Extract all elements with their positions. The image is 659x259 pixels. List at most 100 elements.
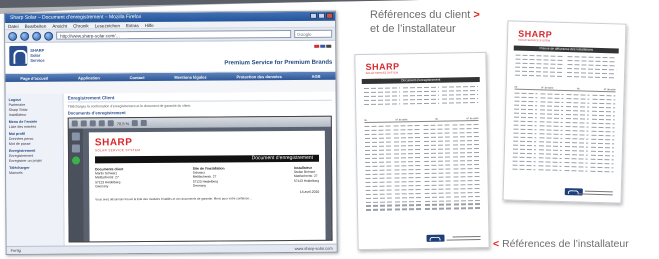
sidebar-item[interactable]: Enregistrer un projet xyxy=(9,159,60,164)
nav-privacy[interactable]: Protection des données xyxy=(236,74,281,79)
table-cell-placeholder xyxy=(565,141,589,144)
address-block xyxy=(363,85,479,108)
nav-terms[interactable]: AGB xyxy=(312,73,321,78)
table-cell-placeholder xyxy=(591,114,615,117)
close-button[interactable] xyxy=(326,12,334,19)
sidebar-item[interactable]: Mot de passe xyxy=(9,142,60,147)
table-cell-placeholder xyxy=(566,101,590,104)
menu-item-edit[interactable]: Bearbeiten xyxy=(25,23,47,29)
stage: Sharp Solar – Document d’enregistrement … xyxy=(0,0,659,259)
pdf-title: Document d’enregistrement xyxy=(95,154,320,164)
table-cell-placeholder xyxy=(394,144,421,147)
callout-client-installer: Références du client > et de l’installat… xyxy=(370,8,480,36)
main-content: Enregistrement Client Téléchargez la con… xyxy=(63,91,337,246)
table-cell-placeholder xyxy=(365,157,392,159)
pdf-side-panel xyxy=(68,128,84,242)
address-bar[interactable]: http://www.sharp-solar.com/… xyxy=(56,29,292,40)
table-cell-placeholder xyxy=(453,191,480,194)
fit-page-icon[interactable] xyxy=(141,120,148,127)
table-header-cell: N° de série xyxy=(466,117,479,121)
table-cell-placeholder xyxy=(453,199,480,202)
table-header-cell: N° de série xyxy=(603,88,616,92)
maximize-button[interactable] xyxy=(318,12,326,19)
flag-icon[interactable] xyxy=(326,44,332,48)
sidebar-item[interactable]: Installateur xyxy=(9,113,60,118)
table-cell-placeholder xyxy=(423,144,450,146)
pdf-date: 14.avril.2010 xyxy=(299,189,320,194)
table-cell-placeholder xyxy=(365,193,393,195)
forward-arrow-icon[interactable] xyxy=(20,31,30,41)
site-body: Logout Partenaire Sharp Solar Installate… xyxy=(5,91,337,246)
pdf-column-site: Site de l’installation Schwarz Mettlache… xyxy=(193,166,225,187)
table-header-cell: Nr. xyxy=(435,117,439,121)
menu-item-bookmarks[interactable]: Lesezeichen xyxy=(95,22,120,28)
table-cell-placeholder xyxy=(540,93,564,96)
site-logo-icon[interactable] xyxy=(9,45,28,66)
table-cell-placeholder xyxy=(424,207,451,210)
table-cell-placeholder xyxy=(564,153,588,156)
nav-legal[interactable]: Mentions légales xyxy=(174,74,206,79)
nav-application[interactable]: Application xyxy=(78,75,100,80)
table-cell-placeholder xyxy=(424,192,451,194)
address-rows xyxy=(363,85,479,107)
table-header-cell: N° de série xyxy=(541,86,554,90)
nav-home[interactable]: Page d’accueil xyxy=(20,75,48,80)
table-cell-placeholder xyxy=(512,168,536,171)
sidebar-item[interactable]: Liste des entrées xyxy=(9,125,60,130)
table-cell-placeholder xyxy=(565,145,589,148)
table-cell-placeholder xyxy=(452,151,480,154)
table-cell-placeholder xyxy=(365,177,392,179)
table-cell-placeholder xyxy=(540,97,564,100)
menu-item-file[interactable]: Datei xyxy=(8,23,19,29)
table-cell-placeholder xyxy=(538,148,562,151)
reload-icon[interactable] xyxy=(32,31,42,41)
table-cell-placeholder xyxy=(539,113,563,115)
footer-rule xyxy=(578,193,613,196)
pages-icon[interactable] xyxy=(71,132,80,141)
sidebar-item[interactable]: Manuels xyxy=(9,171,60,176)
menu-item-view[interactable]: Ansicht xyxy=(52,23,67,29)
zoom-level[interactable]: 70,5 % xyxy=(117,121,129,126)
print-icon[interactable] xyxy=(80,120,87,127)
table-cell-placeholder xyxy=(423,156,450,158)
table-cell-placeholder xyxy=(365,153,392,155)
table-cell-placeholder xyxy=(567,67,617,71)
pdf-toolbar: 70,5 % xyxy=(68,116,331,129)
minimize-button[interactable] xyxy=(310,12,318,19)
pdf-paragraph: Vous avez désormais trouvé la liste des … xyxy=(95,196,253,202)
table-cell-placeholder xyxy=(453,195,480,198)
table-cell-placeholder xyxy=(590,150,614,153)
email-icon[interactable] xyxy=(89,120,96,127)
page-up-icon[interactable] xyxy=(98,120,105,127)
table-cell-placeholder xyxy=(512,148,536,151)
sharp-logo-subtitle: SOLAR SERVICE SYSTEM xyxy=(365,71,398,75)
search-input[interactable]: Google xyxy=(294,29,333,38)
flag-icon[interactable] xyxy=(320,44,326,48)
flag-icon[interactable] xyxy=(314,44,320,48)
menu-item-history[interactable]: Chronik xyxy=(73,22,89,28)
table-cell-placeholder xyxy=(364,95,401,98)
home-icon[interactable] xyxy=(44,31,54,41)
menu-item-tools[interactable]: Extras xyxy=(126,22,139,28)
nav-contact[interactable]: Contact xyxy=(130,75,145,80)
site-header: SHARP Solar Service Premium Service for … xyxy=(5,40,336,74)
pdf-viewer[interactable]: 70,5 % SHARP SOLAR SERVICE SYSTEM Docume… xyxy=(67,115,333,243)
table-cell-placeholder xyxy=(424,200,451,202)
attachments-icon[interactable] xyxy=(71,144,80,153)
page-down-icon[interactable] xyxy=(107,120,114,127)
sharp-logo: SHARP xyxy=(365,61,400,72)
table-cell-placeholder xyxy=(540,101,564,104)
zoom-in-icon[interactable] xyxy=(132,120,139,127)
callout-text: Références du client xyxy=(370,9,471,21)
signature-icon[interactable] xyxy=(72,156,81,165)
table-cell-placeholder xyxy=(452,159,480,162)
table-cell-placeholder xyxy=(512,152,536,155)
table-cell-placeholder xyxy=(364,129,391,132)
callout-installer: < Références de l’installateur xyxy=(493,238,629,250)
table-header-cell: N° de série xyxy=(395,118,408,122)
table-cell-placeholder xyxy=(514,96,538,99)
save-icon[interactable] xyxy=(71,120,78,127)
menu-item-help[interactable]: Hilfe xyxy=(145,22,154,28)
back-arrow-icon[interactable] xyxy=(8,31,18,41)
table-cell-placeholder xyxy=(365,169,392,171)
